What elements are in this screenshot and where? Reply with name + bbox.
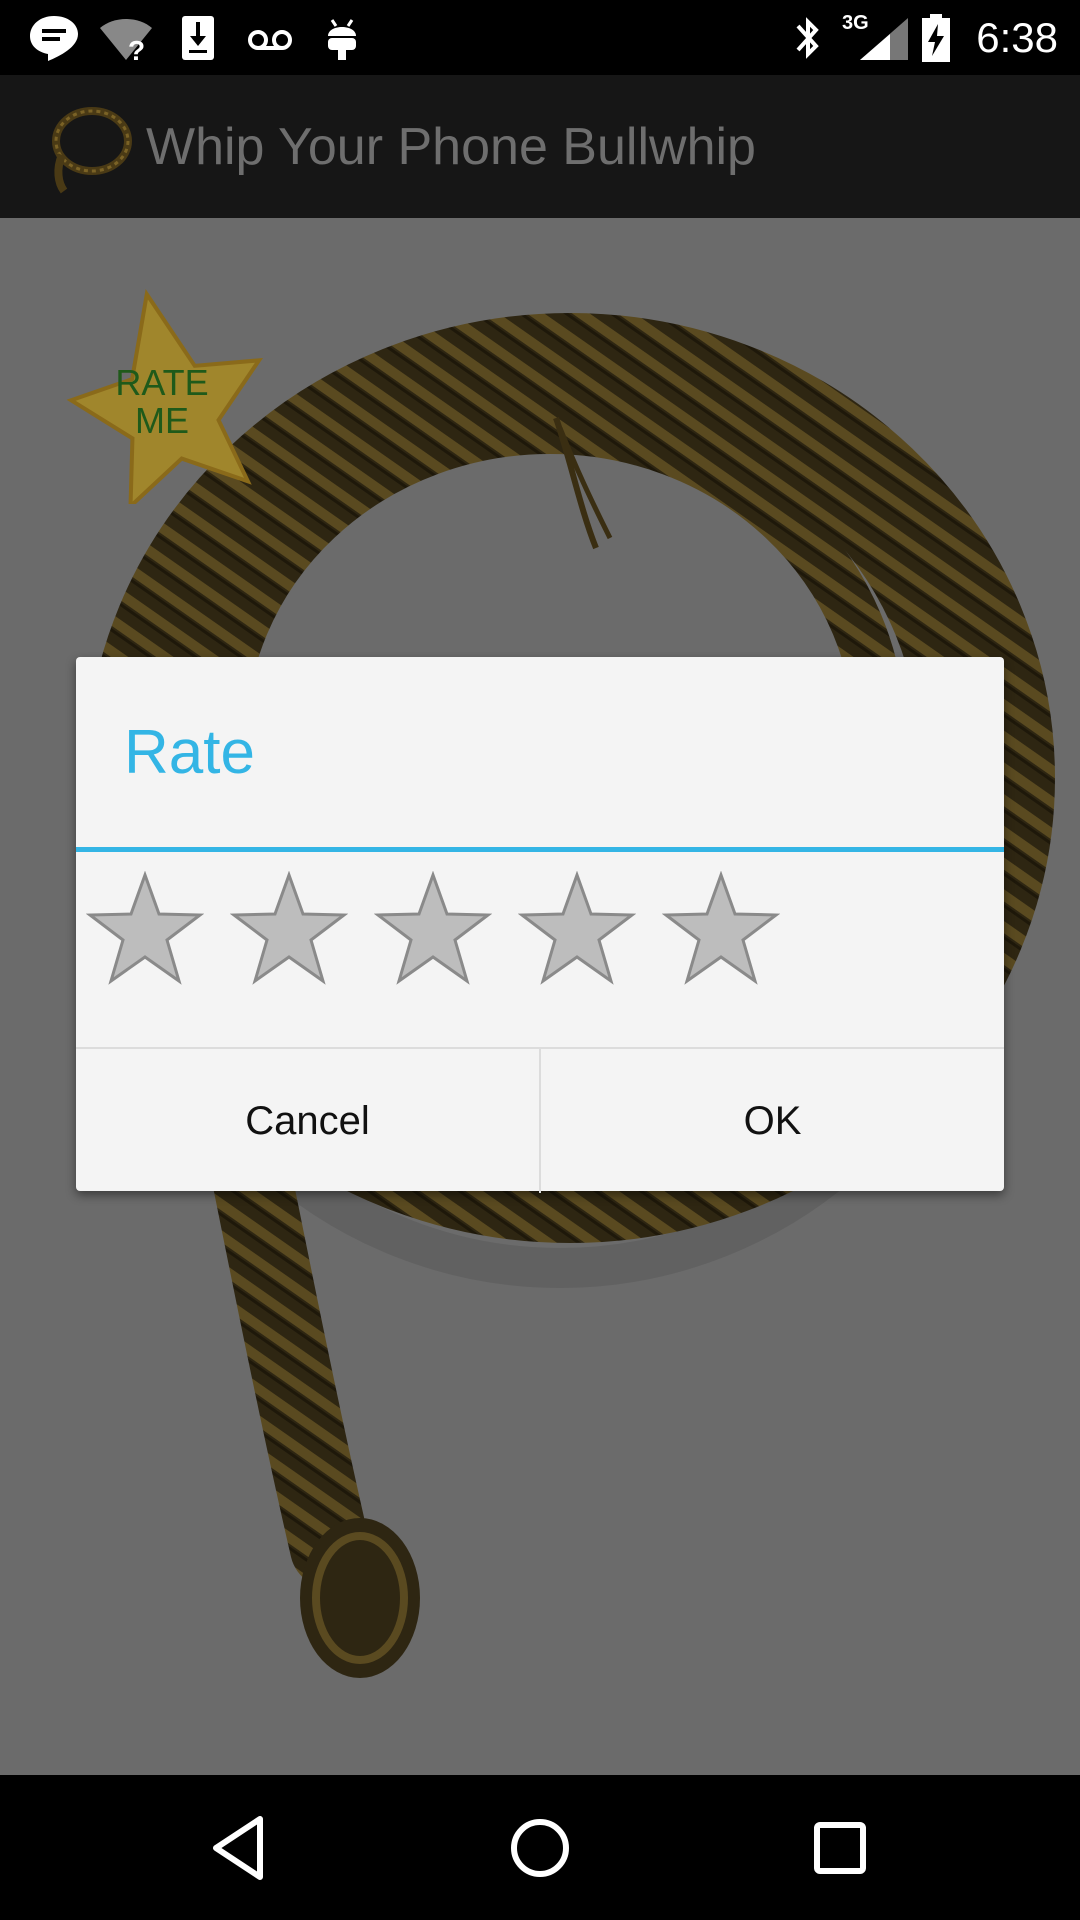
rating-star-5-icon[interactable] — [662, 871, 780, 987]
svg-text:?: ? — [128, 35, 145, 62]
rate-me-badge[interactable]: RATE ME — [52, 284, 272, 511]
cancel-button[interactable]: Cancel — [76, 1049, 541, 1193]
back-icon[interactable] — [204, 1811, 278, 1885]
cell-signal-icon — [860, 18, 908, 60]
whip-logo-icon — [52, 107, 132, 194]
battery-charging-icon — [922, 14, 950, 62]
status-time: 6:38 — [976, 14, 1058, 61]
rating-star-3-icon[interactable] — [374, 871, 492, 987]
status-bar: ? 3G 6:38 — [0, 0, 1080, 75]
rating-star-1-icon[interactable] — [86, 871, 204, 987]
dialog-button-row: Cancel OK — [76, 1047, 1004, 1193]
app-title: Whip Your Phone Bullwhip — [146, 118, 756, 176]
bluetooth-icon — [796, 17, 819, 59]
rating-star-2-icon[interactable] — [230, 871, 348, 987]
home-icon[interactable] — [503, 1811, 577, 1885]
download-icon — [182, 16, 214, 60]
voicemail-icon — [248, 30, 292, 50]
app-bar: Whip Your Phone Bullwhip — [0, 75, 1080, 218]
hangouts-icon — [30, 16, 78, 61]
rate-me-line1: RATE — [115, 362, 209, 403]
cell-signal-indicator: 3G — [842, 12, 912, 62]
wifi-unknown-icon: ? — [100, 19, 152, 62]
rating-bar[interactable] — [86, 871, 806, 987]
rate-dialog: Rate Cancel OK — [76, 657, 1004, 1193]
navigation-bar — [0, 1775, 1080, 1920]
rate-me-line2: ME — [135, 400, 189, 441]
android-icon — [328, 19, 356, 60]
recents-icon[interactable] — [803, 1811, 877, 1885]
dialog-title-divider — [76, 847, 1004, 852]
dialog-title: Rate — [124, 718, 255, 787]
rating-star-4-icon[interactable] — [518, 871, 636, 987]
ok-button[interactable]: OK — [541, 1049, 1004, 1193]
